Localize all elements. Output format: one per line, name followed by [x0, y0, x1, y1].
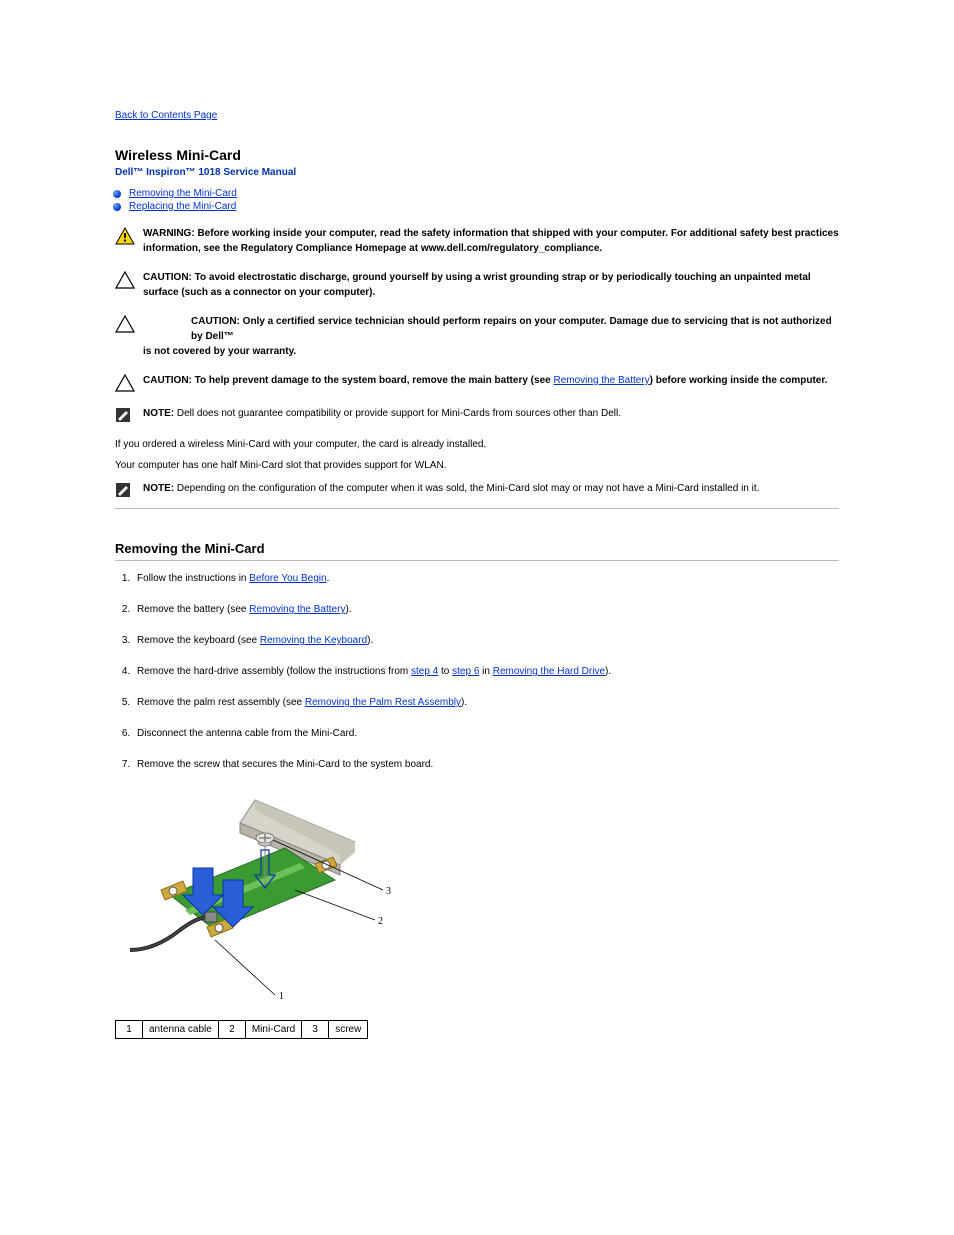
step-5: Remove the palm rest assembly (see Remov… [133, 697, 839, 708]
toc-link-remove[interactable]: Removing the Mini-Card [129, 188, 237, 199]
section-divider [115, 560, 839, 561]
caution-icon [115, 271, 135, 289]
step-list: Follow the instructions in Before You Be… [115, 573, 839, 770]
removing-battery-link[interactable]: Removing the Battery [249, 604, 345, 615]
toc-link-replace[interactable]: Replacing the Mini-Card [129, 201, 236, 212]
removing-keyboard-link[interactable]: Removing the Keyboard [260, 635, 367, 646]
bullet-icon [113, 203, 121, 211]
warning-text: WARNING: Before working inside your comp… [143, 226, 839, 256]
callout-num: 3 [302, 1021, 329, 1039]
svg-text:2: 2 [378, 916, 383, 927]
step-1: Follow the instructions in Before You Be… [133, 573, 839, 584]
caution-sysboard-text: CAUTION: To help prevent damage to the s… [143, 373, 839, 388]
toc-item-remove[interactable]: Removing the Mini-Card [113, 188, 839, 199]
svg-text:3: 3 [386, 886, 391, 897]
before-you-begin-link[interactable]: Before You Begin [249, 573, 326, 584]
back-to-contents-link[interactable]: Back to Contents Page [115, 110, 217, 121]
callout-num: 2 [218, 1021, 245, 1039]
callout-label: screw [329, 1021, 368, 1039]
page-title: Wireless Mini-Card [115, 147, 839, 163]
toc-item-replace[interactable]: Replacing the Mini-Card [113, 201, 839, 212]
removing-hard-drive-link[interactable]: Removing the Hard Drive [493, 666, 605, 677]
callout-label: antenna cable [143, 1021, 219, 1039]
step-6: Disconnect the antenna cable from the Mi… [133, 728, 839, 739]
note-compat-text: NOTE: Dell does not guarantee compatibil… [143, 406, 839, 421]
mini-card-illustration: 1 2 3 [115, 790, 839, 1010]
step-7: Remove the screw that secures the Mini-C… [133, 759, 839, 770]
step4-link[interactable]: step 4 [411, 666, 438, 677]
manual-subtitle: Dell™ Inspiron™ 1018 Service Manual [115, 167, 839, 178]
section-divider [115, 508, 839, 509]
slot-support-text: Your computer has one half Mini-Card slo… [115, 460, 839, 471]
step-2: Remove the battery (see Removing the Bat… [133, 604, 839, 615]
bullet-icon [113, 190, 121, 198]
callout-table: 1 antenna cable 2 Mini-Card 3 screw [115, 1020, 368, 1039]
removing-battery-link[interactable]: Removing the Battery [553, 375, 649, 386]
step-4: Remove the hard-drive assembly (follow t… [133, 666, 839, 677]
warning-icon [115, 227, 135, 245]
step6-link[interactable]: step 6 [452, 666, 479, 677]
svg-text:1: 1 [279, 991, 284, 1002]
note-icon [115, 482, 131, 498]
step-3: Remove the keyboard (see Removing the Ke… [133, 635, 839, 646]
caution-esd-text: CAUTION: To avoid electrostatic discharg… [143, 270, 839, 300]
caution-icon [115, 374, 135, 392]
section-heading-remove: Removing the Mini-Card [115, 541, 839, 556]
callout-label: Mini-Card [245, 1021, 301, 1039]
caution-icon [115, 315, 135, 333]
removing-palm-rest-link[interactable]: Removing the Palm Rest Assembly [305, 697, 461, 708]
intro-text: If you ordered a wireless Mini-Card with… [115, 439, 839, 450]
note-icon [115, 407, 131, 423]
table-row: 1 antenna cable 2 Mini-Card 3 screw [116, 1021, 368, 1039]
note-config-text: NOTE: Depending on the configuration of … [143, 481, 839, 496]
caution-tech-text: CAUTION: Only a certified service techni… [143, 314, 839, 359]
callout-num: 1 [116, 1021, 143, 1039]
